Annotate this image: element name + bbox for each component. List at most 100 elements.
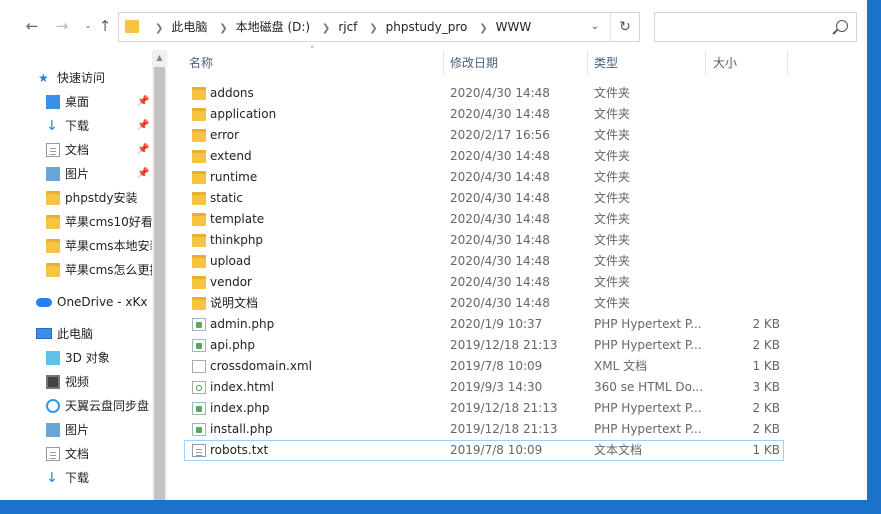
file-date: 2019/7/8 10:09 — [450, 359, 543, 373]
file-date: 2019/12/18 21:13 — [450, 401, 558, 415]
star-icon: ★ — [38, 71, 49, 85]
folder-icon — [125, 20, 139, 33]
file-name: vendor — [210, 275, 252, 289]
table-row[interactable]: extend 2020/4/30 14:48 文件夹 — [184, 146, 784, 167]
file-date: 2019/9/3 14:30 — [450, 380, 543, 394]
breadcrumb-item[interactable]: phpstudy_pro — [386, 20, 468, 34]
picture-icon — [46, 167, 60, 181]
refresh-icon[interactable]: ↻ — [610, 13, 639, 41]
file-type: XML 文档 — [594, 359, 648, 373]
sidebar-item-label: 天翼云盘同步盘 — [65, 399, 150, 413]
file-name: runtime — [210, 170, 258, 184]
file-type: 文件夹 — [594, 191, 631, 205]
file-name: install.php — [210, 422, 273, 436]
table-row[interactable]: index.php 2019/12/18 21:13 PHP Hypertext P… — [184, 398, 784, 419]
file-date: 2020/4/30 14:48 — [450, 191, 550, 205]
sidebar-item-label: 桌面 — [65, 95, 90, 109]
php-file-icon — [192, 423, 206, 436]
table-row[interactable]: api.php 2019/12/18 21:13 PHP Hypertext P..… — [184, 335, 784, 356]
table-row[interactable]: vendor 2020/4/30 14:48 文件夹 — [184, 272, 784, 293]
table-row[interactable]: admin.php 2020/1/9 10:37 PHP Hypertext P..… — [184, 314, 784, 335]
table-row[interactable]: 说明文档 2020/4/30 14:48 文件夹 — [184, 293, 784, 314]
scrollbar-thumb[interactable] — [154, 67, 165, 500]
file-date: 2020/4/30 14:48 — [450, 212, 550, 226]
sidebar-item-pictures[interactable]: 图片 📌 — [0, 162, 152, 186]
sidebar-item-folder[interactable]: 苹果cms本地安装 — [0, 234, 152, 258]
search-icon — [836, 20, 848, 32]
sidebar-item-folder[interactable]: 苹果cms怎么更换 — [0, 258, 152, 282]
file-date: 2020/4/30 14:48 — [450, 149, 550, 163]
pin-icon: 📌 — [137, 120, 150, 131]
breadcrumb-item[interactable]: WWW — [496, 20, 532, 34]
column-divider[interactable] — [443, 50, 444, 76]
search-input[interactable] — [654, 12, 857, 42]
php-file-icon — [192, 339, 206, 352]
sidebar-item-folder[interactable]: 苹果cms10好看 — [0, 210, 152, 234]
file-type: PHP Hypertext P... — [594, 338, 702, 352]
up-arrow-icon[interactable]: ↑ — [95, 16, 115, 36]
php-file-icon — [192, 402, 206, 415]
folder-icon — [192, 255, 206, 268]
computer-icon — [36, 328, 52, 339]
column-header-date[interactable]: 修改日期 — [450, 50, 580, 76]
file-name: thinkphp — [210, 233, 264, 247]
picture-icon — [46, 423, 60, 437]
sidebar-item-label: 视频 — [65, 375, 90, 389]
table-row[interactable]: thinkphp 2020/4/30 14:48 文件夹 — [184, 230, 784, 251]
column-divider[interactable] — [787, 50, 788, 76]
sidebar-item-label: 文档 — [65, 447, 90, 461]
column-divider[interactable] — [705, 50, 706, 76]
php-file-icon — [192, 318, 206, 331]
table-row[interactable]: application 2020/4/30 14:48 文件夹 — [184, 104, 784, 125]
file-name: api.php — [210, 338, 255, 352]
download-icon: ↓ — [46, 118, 58, 134]
column-header-type[interactable]: 类型 — [594, 50, 694, 76]
file-name: admin.php — [210, 317, 275, 331]
folder-icon — [192, 192, 206, 205]
file-name: upload — [210, 254, 251, 268]
address-dropdown-icon[interactable]: ⌄ — [585, 13, 605, 41]
folder-icon — [192, 129, 206, 142]
table-row[interactable]: index.html 2019/9/3 14:30 360 se HTML Do..… — [184, 377, 784, 398]
sidebar-item-label: 快速访问 — [57, 71, 106, 85]
table-row[interactable]: install.php 2019/12/18 21:13 PHP Hypertext… — [184, 419, 784, 440]
chevron-right-icon: ❯ — [479, 23, 488, 34]
sidebar-scrollbar[interactable]: ▲ — [152, 50, 167, 500]
explorer-window: ← → ⌄ ↑ ❯ 此电脑 ❯ 本地磁盘 (D:) ❯ rjcf ❯ phpstudy_… — [0, 0, 867, 500]
file-type: 360 se HTML Do... — [594, 380, 704, 394]
breadcrumb-item[interactable]: rjcf — [338, 20, 357, 34]
breadcrumb-item[interactable]: 本地磁盘 (D:) — [236, 20, 310, 34]
table-row[interactable]: runtime 2020/4/30 14:48 文件夹 — [184, 167, 784, 188]
sidebar-item-label: OneDrive - xKx — [57, 295, 148, 309]
table-row[interactable]: addons 2020/4/30 14:48 文件夹 — [184, 83, 784, 104]
back-arrow-icon[interactable]: ← — [22, 16, 42, 36]
cube-icon — [46, 351, 60, 365]
file-type: 文件夹 — [594, 296, 631, 310]
table-row[interactable]: static 2020/4/30 14:48 文件夹 — [184, 188, 784, 209]
folder-icon — [192, 171, 206, 184]
scroll-up-icon[interactable]: ▲ — [152, 50, 167, 66]
sidebar-item-downloads[interactable]: ↓ 下载 📌 — [0, 114, 152, 138]
folder-icon — [46, 239, 60, 253]
column-header-name[interactable]: 名称 — [189, 50, 439, 76]
address-bar[interactable]: ❯ 此电脑 ❯ 本地磁盘 (D:) ❯ rjcf ❯ phpstudy_pro ❯ WWW… — [118, 12, 640, 42]
column-header-size[interactable]: 大小 — [713, 50, 783, 76]
html-file-icon — [192, 381, 206, 394]
file-date: 2019/12/18 21:13 — [450, 422, 558, 436]
column-divider[interactable] — [587, 50, 588, 76]
folder-icon — [192, 150, 206, 163]
breadcrumb-item[interactable]: 此电脑 — [171, 20, 207, 34]
table-row[interactable]: template 2020/4/30 14:48 文件夹 — [184, 209, 784, 230]
file-date: 2020/4/30 14:48 — [450, 254, 550, 268]
sidebar-item-documents[interactable]: 文档 📌 — [0, 138, 152, 162]
table-row[interactable]: error 2020/2/17 16:56 文件夹 — [184, 125, 784, 146]
file-size: 2 KB — [752, 401, 780, 415]
sidebar-item-label: 文档 — [65, 143, 90, 157]
sidebar-item-desktop[interactable]: 桌面 📌 — [0, 90, 152, 114]
table-row[interactable]: crossdomain.xml 2019/7/8 10:09 XML 文档 1 KB — [184, 356, 784, 377]
table-row[interactable]: upload 2020/4/30 14:48 文件夹 — [184, 251, 784, 272]
folder-icon — [46, 215, 60, 229]
file-name: 说明文档 — [210, 296, 259, 310]
forward-arrow-icon[interactable]: → — [52, 16, 72, 36]
folder-icon — [192, 297, 206, 310]
